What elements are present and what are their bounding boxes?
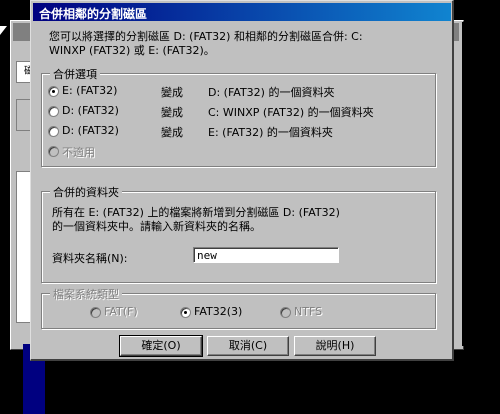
merge-option-3-target: E: (FAT32) 的一個資料夾 — [208, 126, 333, 139]
folder-name-label: 資料夾名稱(N): — [52, 252, 128, 265]
merge-option-2-target: C: WINXP (FAT32) 的一個資料夾 — [208, 106, 374, 119]
description-line-2: WINXP (FAT32) 或 E: (FAT32)。 — [49, 44, 215, 57]
merge-option-2-radio[interactable] — [48, 106, 59, 117]
not-applicable-radio — [48, 146, 59, 157]
desktop-edge — [462, 22, 500, 346]
merge-partitions-dialog: 合併相鄰的分割磁區 您可以將選擇的分割磁區 D: (FAT32) 和相鄰的分割磁… — [30, 0, 454, 361]
merged-folder-group: 合併的資料夾 所有在 E: (FAT32) 上的檔案將新增到分割磁區 D: (F… — [41, 184, 436, 283]
merge-option-3-source: D: (FAT32) — [62, 124, 119, 137]
merge-option-1-source: E: (FAT32) — [62, 84, 118, 97]
merge-options-group: 合併選項 E: (FAT32) 變成 D: (FAT32) 的一個資料夾 D: … — [41, 66, 436, 167]
dialog-title: 合併相鄰的分割磁區 — [39, 7, 148, 21]
merge-option-1-radio[interactable] — [48, 86, 59, 97]
ntfs-radio — [280, 307, 291, 318]
merge-option-3-radio[interactable] — [48, 126, 59, 137]
merge-option-2-verb: 變成 — [161, 106, 183, 119]
merge-option-2-source: D: (FAT32) — [62, 104, 119, 117]
filesystem-type-legend: 檔案系統類型 — [50, 286, 122, 302]
merge-option-1-target: D: (FAT32) 的一個資料夾 — [208, 86, 335, 99]
fat32-label: FAT32(3) — [194, 305, 243, 318]
merge-option-1-verb: 變成 — [161, 86, 183, 99]
mouse-pointer-icon — [0, 26, 7, 35]
merge-option-3-verb: 變成 — [161, 126, 183, 139]
ok-button[interactable]: 確定(O) — [119, 335, 203, 357]
dialog-titlebar[interactable]: 合併相鄰的分割磁區 — [33, 3, 451, 21]
merge-options-legend: 合併選項 — [50, 66, 100, 82]
cancel-button[interactable]: 取消(C) — [207, 336, 289, 356]
folder-name-input[interactable]: new — [193, 247, 339, 263]
fat32-radio[interactable] — [180, 307, 191, 318]
fat-label: FAT(F) — [104, 305, 138, 318]
filesystem-type-group: 檔案系統類型 FAT(F) FAT32(3) NTFS — [41, 286, 436, 329]
ntfs-label: NTFS — [294, 305, 323, 318]
fat-radio — [90, 307, 101, 318]
merged-folder-legend: 合併的資料夾 — [50, 184, 122, 200]
help-button[interactable]: 說明(H) — [294, 336, 376, 356]
merged-folder-description-2: 的一個資料夾中。請輸入新資料夾的名稱。 — [52, 220, 261, 233]
not-applicable-label: 不適用 — [62, 146, 95, 159]
